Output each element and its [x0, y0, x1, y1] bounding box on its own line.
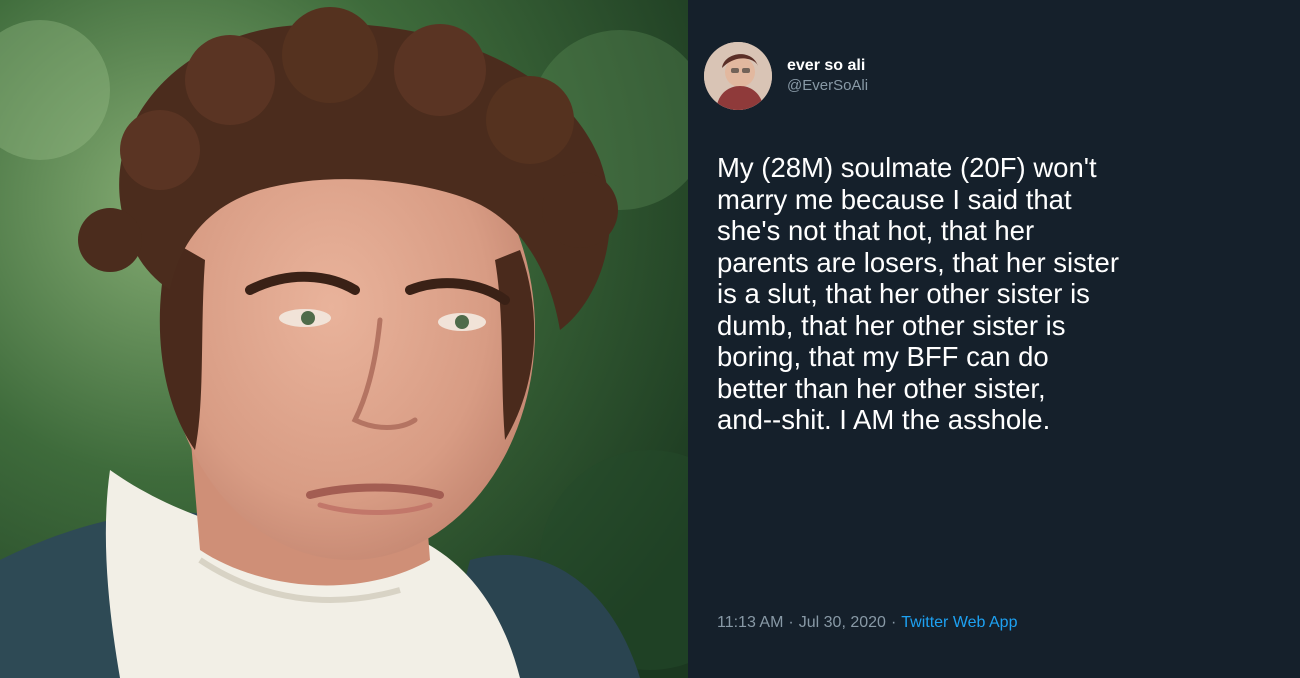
- tweet-source-link[interactable]: Twitter Web App: [901, 614, 1017, 631]
- tweet-header: ever so ali @EverSoAli: [704, 40, 868, 112]
- portrait-photo: [0, 0, 688, 678]
- profile-avatar-icon: [704, 42, 772, 110]
- meta-separator: ·: [788, 614, 794, 631]
- tweet-text: My (28M) soulmate (20F) won't marry me b…: [717, 152, 1119, 435]
- author-names: ever so ali @EverSoAli: [787, 56, 868, 96]
- tweet-card: ever so ali @EverSoAli My (28M) soulmate…: [688, 0, 1300, 678]
- tweet-date[interactable]: Jul 30, 2020: [799, 614, 886, 631]
- avatar[interactable]: [704, 42, 772, 110]
- handle[interactable]: @EverSoAli: [787, 76, 868, 96]
- display-name[interactable]: ever so ali: [787, 56, 868, 76]
- portrait-illustration: [0, 0, 688, 678]
- tweet-meta: 11:13 AM · Jul 30, 2020 · Twitter Web App: [717, 612, 1017, 634]
- tweet-time[interactable]: 11:13 AM: [717, 614, 783, 631]
- meta-separator: ·: [890, 614, 897, 631]
